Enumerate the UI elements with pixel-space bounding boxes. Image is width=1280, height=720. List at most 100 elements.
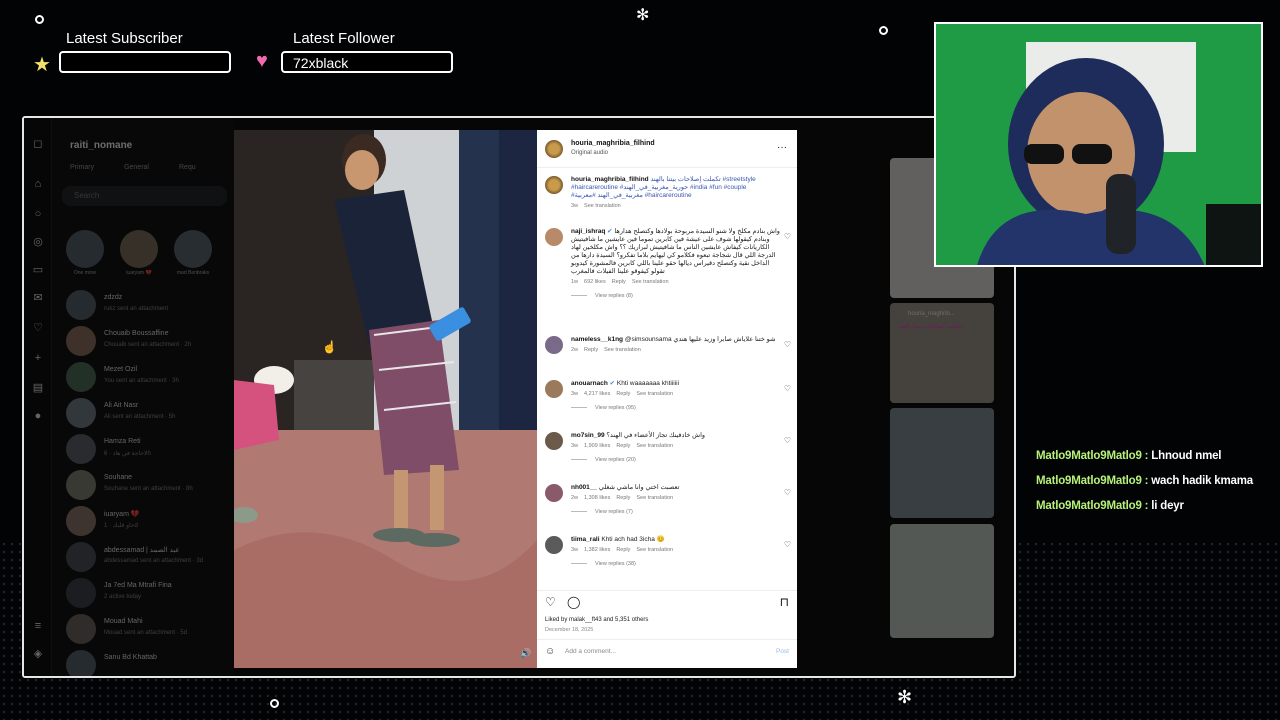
more-options-icon[interactable]: ··· bbox=[777, 142, 787, 153]
comment-likes[interactable]: 1,382 likes bbox=[584, 547, 610, 553]
comment-author[interactable]: mo7sin_99 bbox=[571, 432, 605, 439]
create-icon[interactable]: + bbox=[32, 352, 44, 364]
home-icon[interactable]: ⌂ bbox=[32, 178, 44, 190]
tab-requests[interactable]: Requ bbox=[179, 164, 196, 171]
conversation-item[interactable]: abdessamad | عبد الصمد abdessamad sent an… bbox=[66, 542, 226, 578]
explore-icon[interactable]: ◎ bbox=[32, 236, 44, 248]
comment-likes[interactable]: 1,308 likes bbox=[584, 495, 610, 501]
see-translation-link[interactable]: See translation bbox=[636, 495, 673, 501]
caption-author[interactable]: houria_maghribia_filhind bbox=[571, 176, 649, 183]
comment-author[interactable]: tiima_rali bbox=[571, 536, 600, 543]
conversation-item[interactable]: Chouaib Boussaffine Chouaib sent an attac… bbox=[66, 326, 226, 362]
comment-author[interactable]: naji_ishraq bbox=[571, 228, 605, 235]
conversation-item[interactable]: Mouad Mahi Mouad sent an attachment · 5d bbox=[66, 614, 226, 650]
author-avatar[interactable] bbox=[545, 140, 563, 158]
author-avatar[interactable] bbox=[545, 176, 563, 194]
comment-text: واش خادفينك تجاز الأعضاء في الهند؟ bbox=[606, 432, 706, 439]
original-audio-link[interactable]: Original audio bbox=[571, 150, 608, 156]
sparkle-icon: ✻ bbox=[636, 7, 650, 24]
view-replies-button[interactable]: View replies (20) bbox=[571, 456, 781, 464]
see-translation-link[interactable]: See translation bbox=[632, 279, 669, 285]
reels-icon[interactable]: ▭ bbox=[32, 264, 44, 276]
mouse-cursor-icon: ☝ bbox=[322, 340, 337, 354]
feed-tile[interactable]: houria_maghrib... تكملت إصلاحات بيتنا با… bbox=[890, 303, 994, 403]
story-item[interactable]: iuaryam 💔 bbox=[120, 230, 158, 276]
conversation-item[interactable]: zdzdz rukz sent an attachment bbox=[66, 290, 226, 326]
comment-likes[interactable]: 4,217 likes bbox=[584, 391, 610, 397]
comment-author[interactable]: nh001__ bbox=[571, 484, 597, 491]
avatar[interactable] bbox=[545, 336, 563, 354]
messages-icon[interactable]: ✉ bbox=[32, 292, 44, 304]
liked-by-text[interactable]: Liked by malak__ft43 and 5,351 others bbox=[545, 617, 648, 623]
see-translation-link[interactable]: See translation bbox=[584, 203, 621, 209]
avatar bbox=[66, 470, 96, 500]
comment-icon[interactable]: ◯ bbox=[567, 595, 580, 609]
like-comment-icon[interactable]: ♡ bbox=[784, 384, 791, 393]
tab-general[interactable]: General bbox=[124, 164, 149, 171]
conversation-item[interactable]: Sanu Bd Khattab bbox=[66, 650, 226, 676]
more-icon[interactable]: ◈ bbox=[32, 648, 44, 660]
avatar bbox=[66, 506, 96, 536]
add-comment-input[interactable]: Add a comment... bbox=[565, 648, 616, 655]
dashboard-icon[interactable]: ▤ bbox=[32, 382, 44, 394]
instagram-icon[interactable]: ◻ bbox=[32, 138, 44, 150]
avatar[interactable] bbox=[545, 484, 563, 502]
feed-tile[interactable] bbox=[890, 524, 994, 638]
conversation-item[interactable]: Mezet Ozil You sent an attachment · 3h bbox=[66, 362, 226, 398]
reply-button[interactable]: Reply bbox=[616, 495, 630, 501]
see-translation-link[interactable]: See translation bbox=[636, 443, 673, 449]
view-replies-button[interactable]: View replies (8) bbox=[571, 292, 781, 300]
profile-icon[interactable]: ● bbox=[32, 410, 44, 422]
avatar[interactable] bbox=[545, 536, 563, 554]
see-translation-link[interactable]: See translation bbox=[636, 547, 673, 553]
conversation-item[interactable]: Hamza Reti لاحاجة في هاد · 6h bbox=[66, 434, 226, 470]
post-author[interactable]: houria_maghribia_filhind bbox=[571, 140, 655, 147]
caption-time: 3w bbox=[571, 203, 579, 209]
stream-scene: ✻ ✻ Latest Subscriber ★ Latest Follower … bbox=[0, 0, 1280, 720]
like-comment-icon[interactable]: ♡ bbox=[784, 540, 791, 549]
post-comment-button[interactable]: Post bbox=[776, 648, 789, 655]
tab-primary[interactable]: Primary bbox=[70, 164, 94, 171]
story-item[interactable]: One more bbox=[66, 230, 104, 276]
post-video[interactable]: 🔊 bbox=[234, 130, 537, 668]
bookmark-icon[interactable]: ⊓ bbox=[780, 595, 789, 609]
search-icon[interactable]: ○ bbox=[32, 208, 44, 220]
avatar[interactable] bbox=[545, 432, 563, 450]
conversation-item[interactable]: Ali Ait Nasr Ali sent an attachment · 5h bbox=[66, 398, 226, 434]
dm-username[interactable]: raiti_nomane bbox=[70, 140, 132, 151]
conversation-item[interactable]: iuaryam 💔 خاو قلبك · 1d bbox=[66, 506, 226, 542]
story-item[interactable]: mad Benbraks bbox=[174, 230, 212, 276]
notifications-icon[interactable]: ♡ bbox=[32, 322, 44, 334]
like-comment-icon[interactable]: ♡ bbox=[784, 232, 791, 241]
reply-button[interactable]: Reply bbox=[612, 279, 626, 285]
emoji-icon[interactable]: ☺ bbox=[545, 646, 555, 657]
like-comment-icon[interactable]: ♡ bbox=[784, 488, 791, 497]
reply-button[interactable]: Reply bbox=[616, 391, 630, 397]
reply-button[interactable]: Reply bbox=[616, 443, 630, 449]
see-translation-link[interactable]: See translation bbox=[636, 391, 673, 397]
reply-button[interactable]: Reply bbox=[616, 547, 630, 553]
comment-likes[interactable]: 692 likes bbox=[584, 279, 606, 285]
view-replies-button[interactable]: View replies (38) bbox=[571, 560, 781, 568]
comment-likes[interactable]: 1,909 likes bbox=[584, 443, 610, 449]
comment-author[interactable]: nameless__k1ng bbox=[571, 336, 623, 343]
comment-time: 2w bbox=[571, 495, 579, 501]
latest-follower-label: Latest Follower bbox=[293, 30, 395, 47]
like-icon[interactable]: ♡ bbox=[545, 595, 556, 609]
dm-search-input[interactable]: Search bbox=[62, 186, 227, 206]
like-comment-icon[interactable]: ♡ bbox=[784, 340, 791, 349]
feed-tile[interactable] bbox=[890, 408, 994, 518]
avatar[interactable] bbox=[545, 380, 563, 398]
webcam-image bbox=[936, 24, 1261, 265]
menu-icon[interactable]: ≡ bbox=[32, 620, 44, 632]
view-replies-button[interactable]: View replies (95) bbox=[571, 404, 781, 412]
avatar[interactable] bbox=[545, 228, 563, 246]
see-translation-link[interactable]: See translation bbox=[604, 347, 641, 353]
comment-time: 3w bbox=[571, 443, 579, 449]
comment-author[interactable]: anouarnach bbox=[571, 380, 608, 387]
reply-button[interactable]: Reply bbox=[584, 347, 598, 353]
conversation-item[interactable]: Souhane Souhane sent an attachment · 8h bbox=[66, 470, 226, 506]
like-comment-icon[interactable]: ♡ bbox=[784, 436, 791, 445]
conversation-item[interactable]: Ja 7ed Ma Mtrafi Fina 2 active today bbox=[66, 578, 226, 614]
view-replies-button[interactable]: View replies (7) bbox=[571, 508, 781, 516]
